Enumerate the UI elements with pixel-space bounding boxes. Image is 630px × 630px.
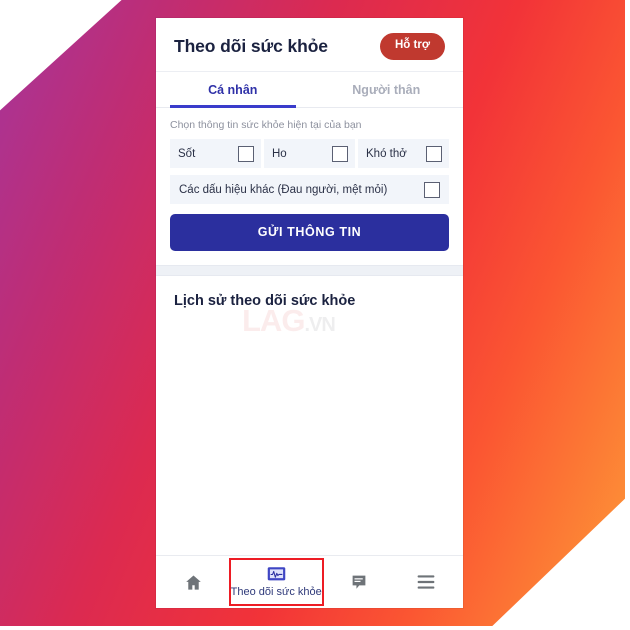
symptom-row-other[interactable]: Các dấu hiệu khác (Đau người, mệt mỏi)	[170, 175, 449, 205]
history-title: Lịch sử theo dõi sức khỏe	[174, 292, 356, 309]
health-form: Chọn thông tin sức khỏe hiện tại của bạn…	[156, 108, 463, 265]
symptom-checkbox-kho-tho[interactable]	[426, 145, 442, 162]
phone-screen-card: Theo dõi sức khỏe Hỗ trợ Cá nhân Người t…	[156, 18, 463, 608]
nav-item-health-tracking[interactable]: Theo dõi sức khỏe	[228, 558, 324, 606]
nav-label-health-tracking: Theo dõi sức khỏe	[230, 586, 322, 598]
nav-item-menu[interactable]	[392, 556, 459, 608]
hamburger-menu-icon	[416, 574, 436, 590]
symptom-label-kho-tho: Khó thở	[366, 147, 407, 160]
tab-bar: Cá nhân Người thân	[156, 70, 464, 108]
symptom-cell-sot[interactable]: Sốt	[170, 139, 261, 169]
home-icon	[184, 573, 203, 592]
watermark-suffix: .VN	[304, 313, 335, 336]
symptom-checkbox-ho[interactable]	[332, 145, 348, 162]
chat-bubble-icon	[350, 573, 368, 591]
symptom-cell-ho[interactable]: Ho	[261, 139, 355, 169]
edge-strip-bottom	[0, 626, 630, 630]
nav-item-home[interactable]	[160, 556, 227, 608]
tab-ca-nhan[interactable]: Cá nhân	[156, 72, 310, 108]
symptom-label-sot: Sốt	[178, 147, 196, 160]
symptom-cell-kho-tho[interactable]: Khó thở	[355, 139, 449, 169]
section-divider	[156, 264, 463, 276]
support-button[interactable]: Hỗ trợ	[379, 33, 445, 60]
symptom-checkbox-sot[interactable]	[238, 145, 254, 162]
edge-strip-right	[625, 0, 630, 630]
nav-item-chat[interactable]	[326, 556, 393, 608]
page-title: Theo dõi sức khỏe	[174, 35, 328, 56]
symptom-row-primary: Sốt Ho Khó thở	[170, 139, 449, 169]
submit-button[interactable]: GỬI THÔNG TIN	[170, 214, 449, 251]
form-instruction: Chọn thông tin sức khỏe hiện tại của bạn	[170, 118, 362, 131]
symptom-checkbox-other[interactable]	[424, 181, 440, 198]
tab-nguoi-than[interactable]: Người thân	[310, 72, 464, 107]
symptom-label-other: Các dấu hiệu khác (Đau người, mệt mỏi)	[179, 183, 388, 196]
screenshot-stage: Theo dõi sức khỏe Hỗ trợ Cá nhân Người t…	[0, 0, 630, 630]
health-monitor-icon	[267, 566, 286, 583]
app-header: Theo dõi sức khỏe Hỗ trợ	[156, 18, 463, 71]
bottom-navigation-bar: Theo dõi sức khỏe	[156, 555, 463, 608]
symptom-label-ho: Ho	[272, 147, 287, 160]
history-section: Lịch sử theo dõi sức khỏe LAG.VN	[156, 276, 463, 555]
